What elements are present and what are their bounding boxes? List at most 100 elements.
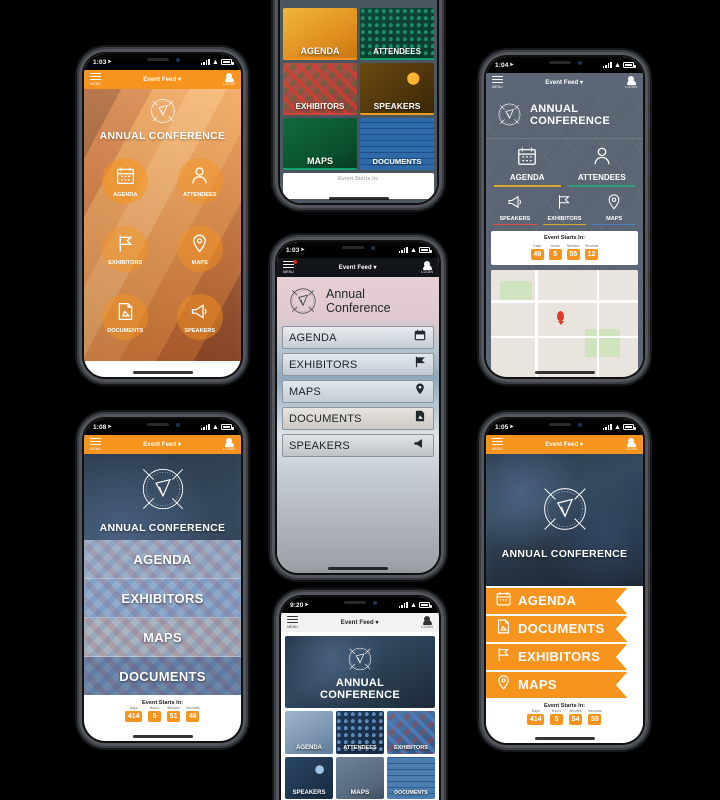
ribbon-documents[interactable]: DOCUMENTS: [486, 615, 628, 642]
tiles-screen: AGENDA ATTENDEES EXHIBITORS SPEAKERS MAP…: [280, 0, 437, 203]
tile-exhibitors[interactable]: EXHIBITORS: [387, 711, 435, 754]
login-button[interactable]: LOGIN: [625, 438, 637, 451]
login-button[interactable]: LOGIN: [223, 438, 235, 451]
tile-documents[interactable]: DOCUMENTS: [387, 756, 435, 799]
nav-item-maps[interactable]: MAPS: [589, 193, 639, 225]
tile-speakers[interactable]: SPEAKERS: [285, 756, 333, 799]
countdown-label: Hours: [149, 706, 160, 710]
calendar-icon: [115, 165, 136, 191]
nav-item-attendees[interactable]: ATTENDEES: [565, 145, 640, 187]
menu-button[interactable]: MENU: [283, 259, 297, 274]
band-label: MAPS: [143, 629, 182, 645]
countdown-value: 5: [550, 714, 564, 726]
countdown-label: Minutes: [167, 706, 180, 710]
event-feed-dropdown[interactable]: Event Feed ▾: [545, 441, 583, 448]
ribbon-label: EXHIBITORS: [518, 649, 601, 665]
login-button[interactable]: LOGIN: [223, 73, 235, 86]
nav-underline: [542, 223, 587, 225]
phone-beach-list: 1:03 ➤ ▲ MENU Event Feed ▾ LOGIN Annual …: [272, 237, 444, 578]
countdown-value: 54: [569, 714, 583, 726]
nav-item-agenda[interactable]: AGENDA: [490, 145, 565, 187]
tile-agenda[interactable]: AGENDA: [285, 711, 333, 754]
nav-item-label: ATTENDEES: [577, 173, 626, 182]
list-item-speakers[interactable]: SPEAKERS: [282, 434, 434, 457]
event-hero: ANNUAL CONFERENCE: [285, 636, 435, 708]
event-feed-dropdown[interactable]: Event Feed ▾: [143, 441, 181, 448]
countdown-days: Days 49: [530, 244, 544, 261]
document-icon: [115, 301, 136, 327]
megaphone-icon: [412, 436, 427, 456]
map-pin-icon: [605, 193, 623, 215]
ribbon-agenda[interactable]: AGENDA: [486, 587, 628, 614]
countdown-days: Days 414: [527, 709, 545, 726]
countdown-minutes: Minutes 55: [566, 244, 580, 261]
tile-attendees[interactable]: ATTENDEES: [360, 8, 434, 60]
band-exhibitors[interactable]: EXHIBITORS: [84, 579, 241, 618]
countdown-label: Hours: [551, 708, 562, 713]
event-feed-dropdown[interactable]: Event Feed ▾: [143, 76, 181, 83]
event-logo: [146, 94, 180, 128]
menu-item-maps[interactable]: MAPS: [163, 215, 238, 283]
menu-button[interactable]: MENU: [492, 437, 503, 452]
tile-attendees[interactable]: ATTENDEES: [336, 711, 384, 754]
menu-button[interactable]: MENU: [90, 72, 101, 86]
venue-map[interactable]: [491, 270, 638, 377]
band-maps[interactable]: MAPS: [84, 618, 241, 657]
home-indicator: [534, 737, 595, 740]
notch: [134, 54, 191, 65]
menu-button[interactable]: MENU: [492, 75, 503, 89]
location-icon: ➤: [509, 424, 514, 430]
nav-item-speakers[interactable]: SPEAKERS: [490, 193, 540, 225]
list-item-label: MAPS: [289, 385, 321, 398]
list-item-agenda[interactable]: AGENDA: [282, 326, 434, 349]
menu-item-attendees[interactable]: ATTENDEES: [163, 147, 238, 215]
ribbon-maps[interactable]: MAPS: [486, 671, 628, 698]
calendar-icon: [516, 147, 538, 171]
event-feed-dropdown[interactable]: Event Feed ▾: [339, 264, 377, 271]
tile-label: ATTENDEES: [343, 744, 377, 751]
menu-item-label: EXHIBITORS: [108, 259, 143, 266]
tile-exhibitors[interactable]: EXHIBITORS: [283, 63, 357, 115]
login-label: LOGIN: [421, 269, 433, 274]
flag-icon: [495, 646, 512, 668]
login-button[interactable]: LOGIN: [421, 616, 433, 629]
menu-item-exhibitors[interactable]: EXHIBITORS: [88, 215, 163, 283]
list-item-maps[interactable]: MAPS: [282, 380, 434, 403]
menu-item-speakers[interactable]: SPEAKERS: [163, 283, 238, 351]
wifi-icon: ▲: [409, 601, 417, 609]
menu-button[interactable]: MENU: [287, 615, 298, 629]
menu-button[interactable]: MENU: [90, 437, 101, 451]
menu-label: MENU: [492, 447, 503, 452]
countdown-hours: Hours 5: [550, 708, 564, 726]
band-documents[interactable]: DOCUMENTS: [84, 657, 241, 695]
tile-maps[interactable]: MAPS: [336, 756, 384, 799]
list-item-label: DOCUMENTS: [289, 412, 362, 425]
signal-icon: [602, 62, 612, 68]
list-item-exhibitors[interactable]: EXHIBITORS: [282, 353, 434, 376]
app-header: MENU Event Feed ▾ LOGIN: [84, 70, 241, 89]
nav-item-exhibitors[interactable]: EXHIBITORS: [540, 193, 590, 225]
event-logo: [494, 99, 525, 130]
login-button[interactable]: LOGIN: [421, 261, 433, 274]
tile-documents[interactable]: DOCUMENTS: [360, 118, 434, 170]
tile-speakers[interactable]: SPEAKERS: [360, 63, 434, 115]
home-indicator: [534, 371, 595, 374]
login-button[interactable]: LOGIN: [625, 76, 637, 89]
menu-item-label: SPEAKERS: [184, 327, 216, 334]
ribbon-label: DOCUMENTS: [518, 621, 605, 637]
tile-label: DOCUMENTS: [394, 790, 428, 796]
home-screen: ANNUAL CONFERENCE AGENDA: [486, 92, 643, 377]
home-indicator: [328, 567, 388, 570]
location-icon: ➤: [300, 247, 305, 253]
tile-maps[interactable]: MAPS: [283, 118, 357, 170]
chevron-down-icon: ▾: [375, 620, 379, 626]
tile-agenda[interactable]: AGENDA: [283, 8, 357, 60]
menu-item-documents[interactable]: DOCUMENTS: [88, 283, 163, 351]
list-item-documents[interactable]: DOCUMENTS: [282, 407, 434, 430]
menu-item-agenda[interactable]: AGENDA: [88, 147, 163, 215]
band-agenda[interactable]: AGENDA: [84, 540, 241, 579]
ribbon-exhibitors[interactable]: EXHIBITORS: [486, 643, 628, 670]
event-feed-dropdown[interactable]: Event Feed ▾: [341, 619, 379, 626]
event-feed-dropdown[interactable]: Event Feed ▾: [545, 79, 583, 86]
countdown-value: 49: [530, 249, 544, 261]
